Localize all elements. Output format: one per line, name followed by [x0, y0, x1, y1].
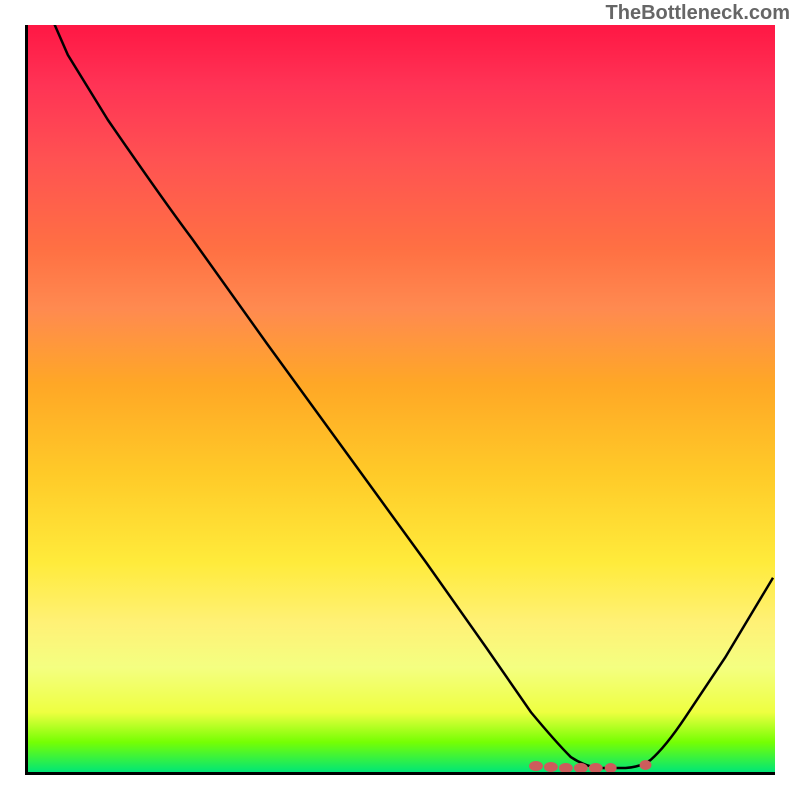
curve-svg — [28, 25, 775, 772]
watermark-text: TheBottleneck.com — [606, 2, 790, 25]
bottleneck-curve-line — [33, 25, 773, 768]
chart-plot-area — [25, 25, 775, 775]
